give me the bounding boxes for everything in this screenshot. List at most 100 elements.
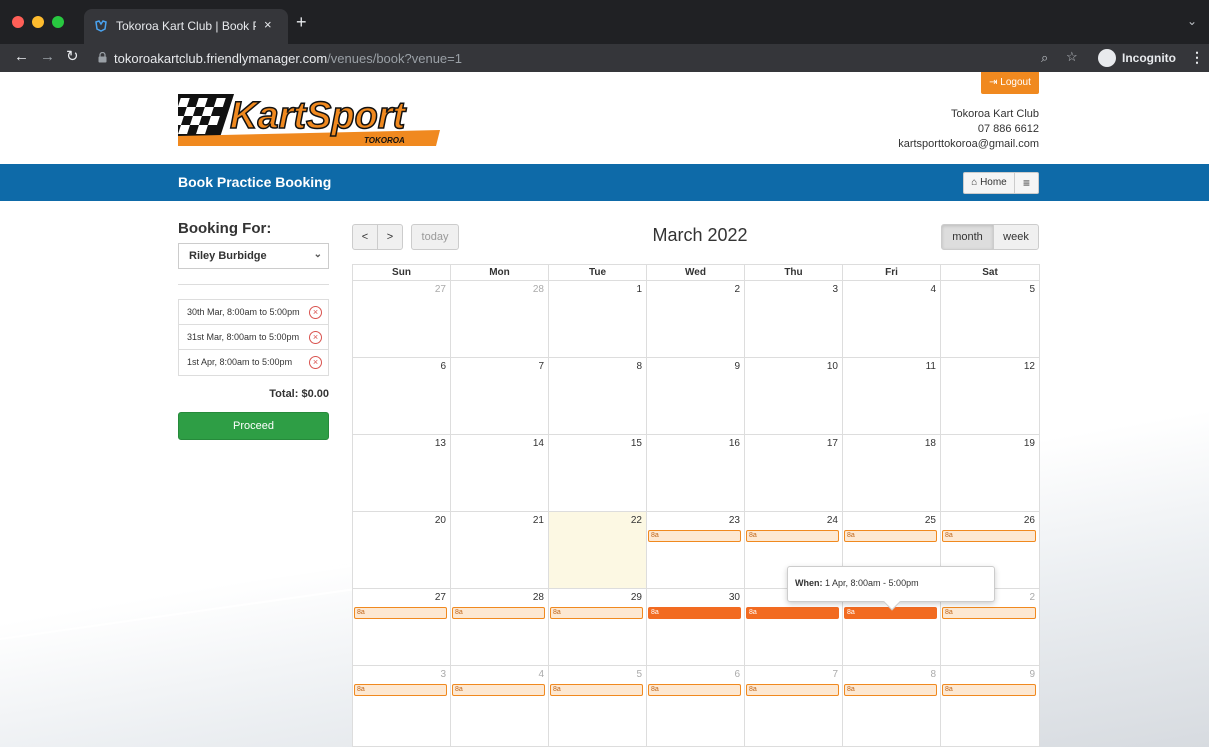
day-number[interactable]: 8 [636, 361, 642, 372]
day-number[interactable]: 23 [729, 515, 740, 526]
day-number[interactable]: 1 [636, 284, 642, 295]
day-number[interactable]: 27 [435, 592, 446, 603]
day-number[interactable]: 28 [533, 284, 544, 295]
day-cell[interactable]: 29 8a [549, 589, 647, 666]
tab-search-icon[interactable]: ⌄ [1187, 14, 1197, 28]
remove-booking-icon[interactable]: × [309, 356, 322, 369]
practice-event[interactable]: 8a [648, 607, 741, 619]
day-number[interactable]: 22 [631, 515, 642, 526]
day-number[interactable]: 25 [925, 515, 936, 526]
day-number[interactable]: 5 [636, 669, 642, 680]
day-number[interactable]: 24 [827, 515, 838, 526]
practice-event[interactable]: 8a [844, 530, 937, 542]
day-number[interactable]: 11 [926, 361, 936, 372]
day-number[interactable]: 6 [440, 361, 446, 372]
day-number[interactable]: 7 [538, 361, 544, 372]
day-number[interactable]: 8 [930, 669, 936, 680]
day-number[interactable]: 4 [930, 284, 936, 295]
day-cell[interactable]: 15 [549, 435, 647, 512]
day-cell[interactable]: 5 8a [549, 666, 647, 747]
practice-event[interactable]: 8a [746, 684, 839, 696]
practice-event[interactable]: 8a [354, 684, 447, 696]
home-button[interactable]: ⌂ Home [963, 172, 1015, 194]
day-number[interactable]: 26 [1024, 515, 1035, 526]
day-cell[interactable]: 20 [353, 512, 451, 589]
day-cell[interactable]: 28 [451, 281, 549, 358]
kartsport-logo[interactable]: KartSport TOKOROA [178, 88, 443, 148]
day-cell[interactable]: 22 [549, 512, 647, 589]
day-number[interactable]: 17 [827, 438, 838, 449]
prev-month-button[interactable]: < [352, 224, 378, 250]
new-tab-button[interactable]: + [296, 13, 307, 31]
day-cell[interactable]: 6 8a [647, 666, 745, 747]
day-cell[interactable]: 27 [353, 281, 451, 358]
forward-arrow-icon[interactable]: → [40, 49, 55, 65]
day-number[interactable]: 5 [1029, 284, 1035, 295]
practice-event[interactable]: 8a [746, 530, 839, 542]
club-email[interactable]: kartsporttokoroa@gmail.com [898, 137, 1039, 152]
day-cell[interactable]: 9 8a [941, 666, 1040, 747]
day-cell[interactable]: 11 [843, 358, 941, 435]
browser-tab[interactable]: Tokoroa Kart Club | Book Practi × [84, 9, 288, 44]
today-button[interactable]: today [411, 224, 459, 250]
day-number[interactable]: 2 [1029, 592, 1035, 603]
day-cell[interactable]: 16 [647, 435, 745, 512]
close-window-button[interactable] [12, 16, 24, 28]
day-number[interactable]: 3 [440, 669, 446, 680]
day-cell[interactable]: 28 8a [451, 589, 549, 666]
zoom-icon[interactable]: ⌕ [1041, 50, 1048, 66]
day-cell[interactable]: 21 [451, 512, 549, 589]
day-cell[interactable]: 14 [451, 435, 549, 512]
next-month-button[interactable]: > [377, 224, 403, 250]
day-number[interactable]: 19 [1024, 438, 1035, 449]
tab-close-icon[interactable]: × [264, 17, 272, 32]
practice-event[interactable]: 8a [942, 530, 1036, 542]
day-number[interactable]: 18 [925, 438, 936, 449]
day-number[interactable]: 21 [533, 515, 544, 526]
day-cell[interactable]: 6 [353, 358, 451, 435]
day-number[interactable]: 4 [538, 669, 544, 680]
day-cell[interactable]: 2 [647, 281, 745, 358]
minimize-window-button[interactable] [32, 16, 44, 28]
day-cell[interactable]: 27 8a [353, 589, 451, 666]
day-number[interactable]: 9 [1029, 669, 1035, 680]
day-number[interactable]: 6 [734, 669, 740, 680]
reload-icon[interactable]: ↻ [66, 49, 79, 65]
incognito-icon[interactable] [1098, 49, 1116, 67]
day-cell[interactable]: 8 [549, 358, 647, 435]
practice-event[interactable]: 8a [354, 607, 447, 619]
day-number[interactable]: 13 [435, 438, 446, 449]
day-number[interactable]: 29 [631, 592, 642, 603]
remove-booking-icon[interactable]: × [309, 331, 322, 344]
practice-event[interactable]: 8a [550, 607, 643, 619]
practice-event[interactable]: 8a [648, 530, 741, 542]
day-cell[interactable]: 17 [745, 435, 843, 512]
day-number[interactable]: 16 [729, 438, 740, 449]
proceed-button[interactable]: Proceed [178, 412, 329, 440]
day-number[interactable]: 15 [631, 438, 642, 449]
day-number[interactable]: 12 [1024, 361, 1035, 372]
practice-event[interactable]: 8a [550, 684, 643, 696]
day-cell[interactable]: 10 [745, 358, 843, 435]
day-number[interactable]: 9 [734, 361, 740, 372]
maximize-window-button[interactable] [52, 16, 64, 28]
day-number[interactable]: 3 [832, 284, 838, 295]
day-cell[interactable]: 7 8a [745, 666, 843, 747]
logout-button[interactable]: ⇥ Logout [981, 72, 1039, 94]
remove-booking-icon[interactable]: × [309, 306, 322, 319]
day-cell[interactable]: 4 [843, 281, 941, 358]
day-cell[interactable]: 3 8a [353, 666, 451, 747]
day-cell[interactable]: 5 [941, 281, 1040, 358]
day-number[interactable]: 14 [533, 438, 544, 449]
day-number[interactable]: 2 [734, 284, 740, 295]
day-number[interactable]: 7 [832, 669, 838, 680]
day-number[interactable]: 28 [533, 592, 544, 603]
practice-event[interactable]: 8a [746, 607, 839, 619]
practice-event[interactable]: 8a [942, 684, 1036, 696]
back-arrow-icon[interactable]: ← [14, 49, 29, 65]
day-cell[interactable]: 19 [941, 435, 1040, 512]
day-cell[interactable]: 9 [647, 358, 745, 435]
practice-event[interactable]: 8a [452, 684, 545, 696]
day-cell[interactable]: 3 [745, 281, 843, 358]
practice-event[interactable]: 8a [942, 607, 1036, 619]
